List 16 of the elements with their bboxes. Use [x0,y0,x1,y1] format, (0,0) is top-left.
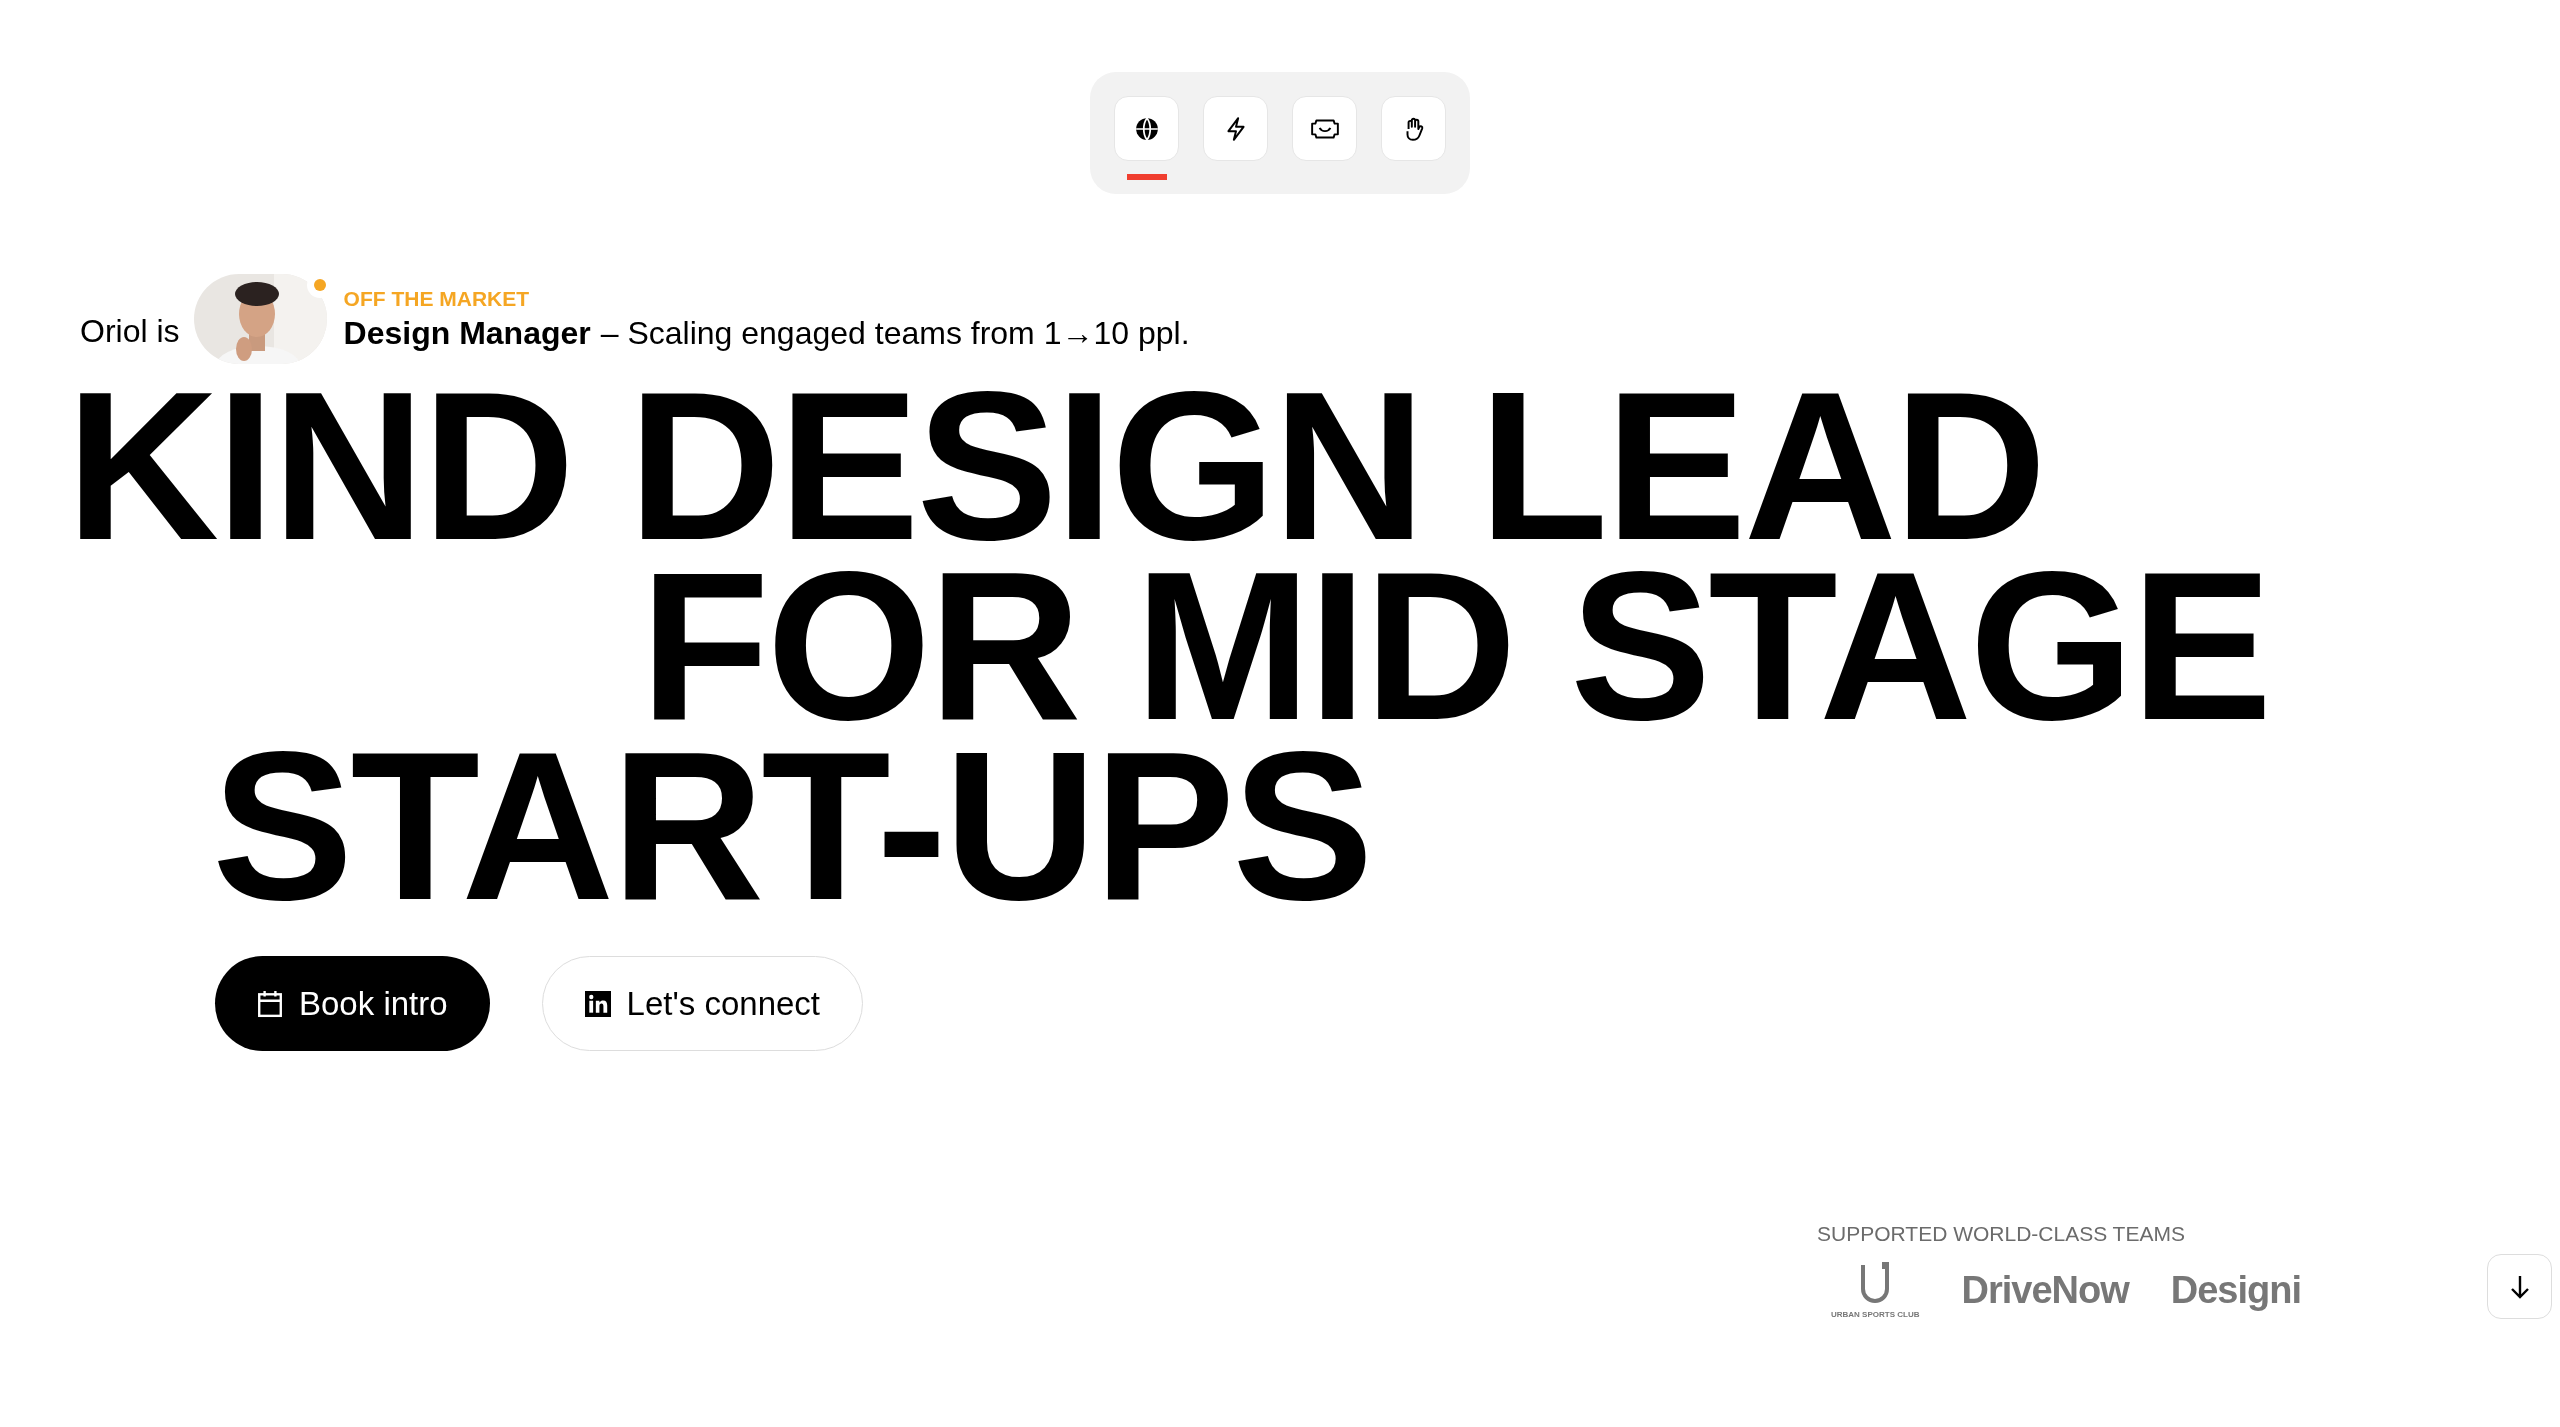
connect-button[interactable]: Let's connect [541,956,864,1051]
nav-tab[interactable] [1114,96,1179,180]
logo-wordmark: Designi [2170,1269,2301,1312]
logo-text: URBAN SPORTS CLUB [1831,1310,1920,1319]
section-label: SUPPORTED WORLD-CLASS TEAMS [1817,1222,2186,1246]
book-intro-button[interactable]: Book intro [215,956,490,1051]
scroll-down-button[interactable] [2487,1254,2552,1319]
globe-icon [1133,115,1160,142]
arrow-down-icon [2508,1273,2531,1300]
logo-wordmark: DriveNow [1961,1269,2129,1312]
calendar-icon [257,989,283,1018]
tagline: – Scaling engaged teams from 1→10 ppl. [600,314,1190,352]
linkedin-icon [584,990,611,1017]
role-title: Design Manager [343,314,591,352]
intro-text: Oriol is [80,313,180,350]
status-label: OFF THE MARKET [343,286,531,311]
